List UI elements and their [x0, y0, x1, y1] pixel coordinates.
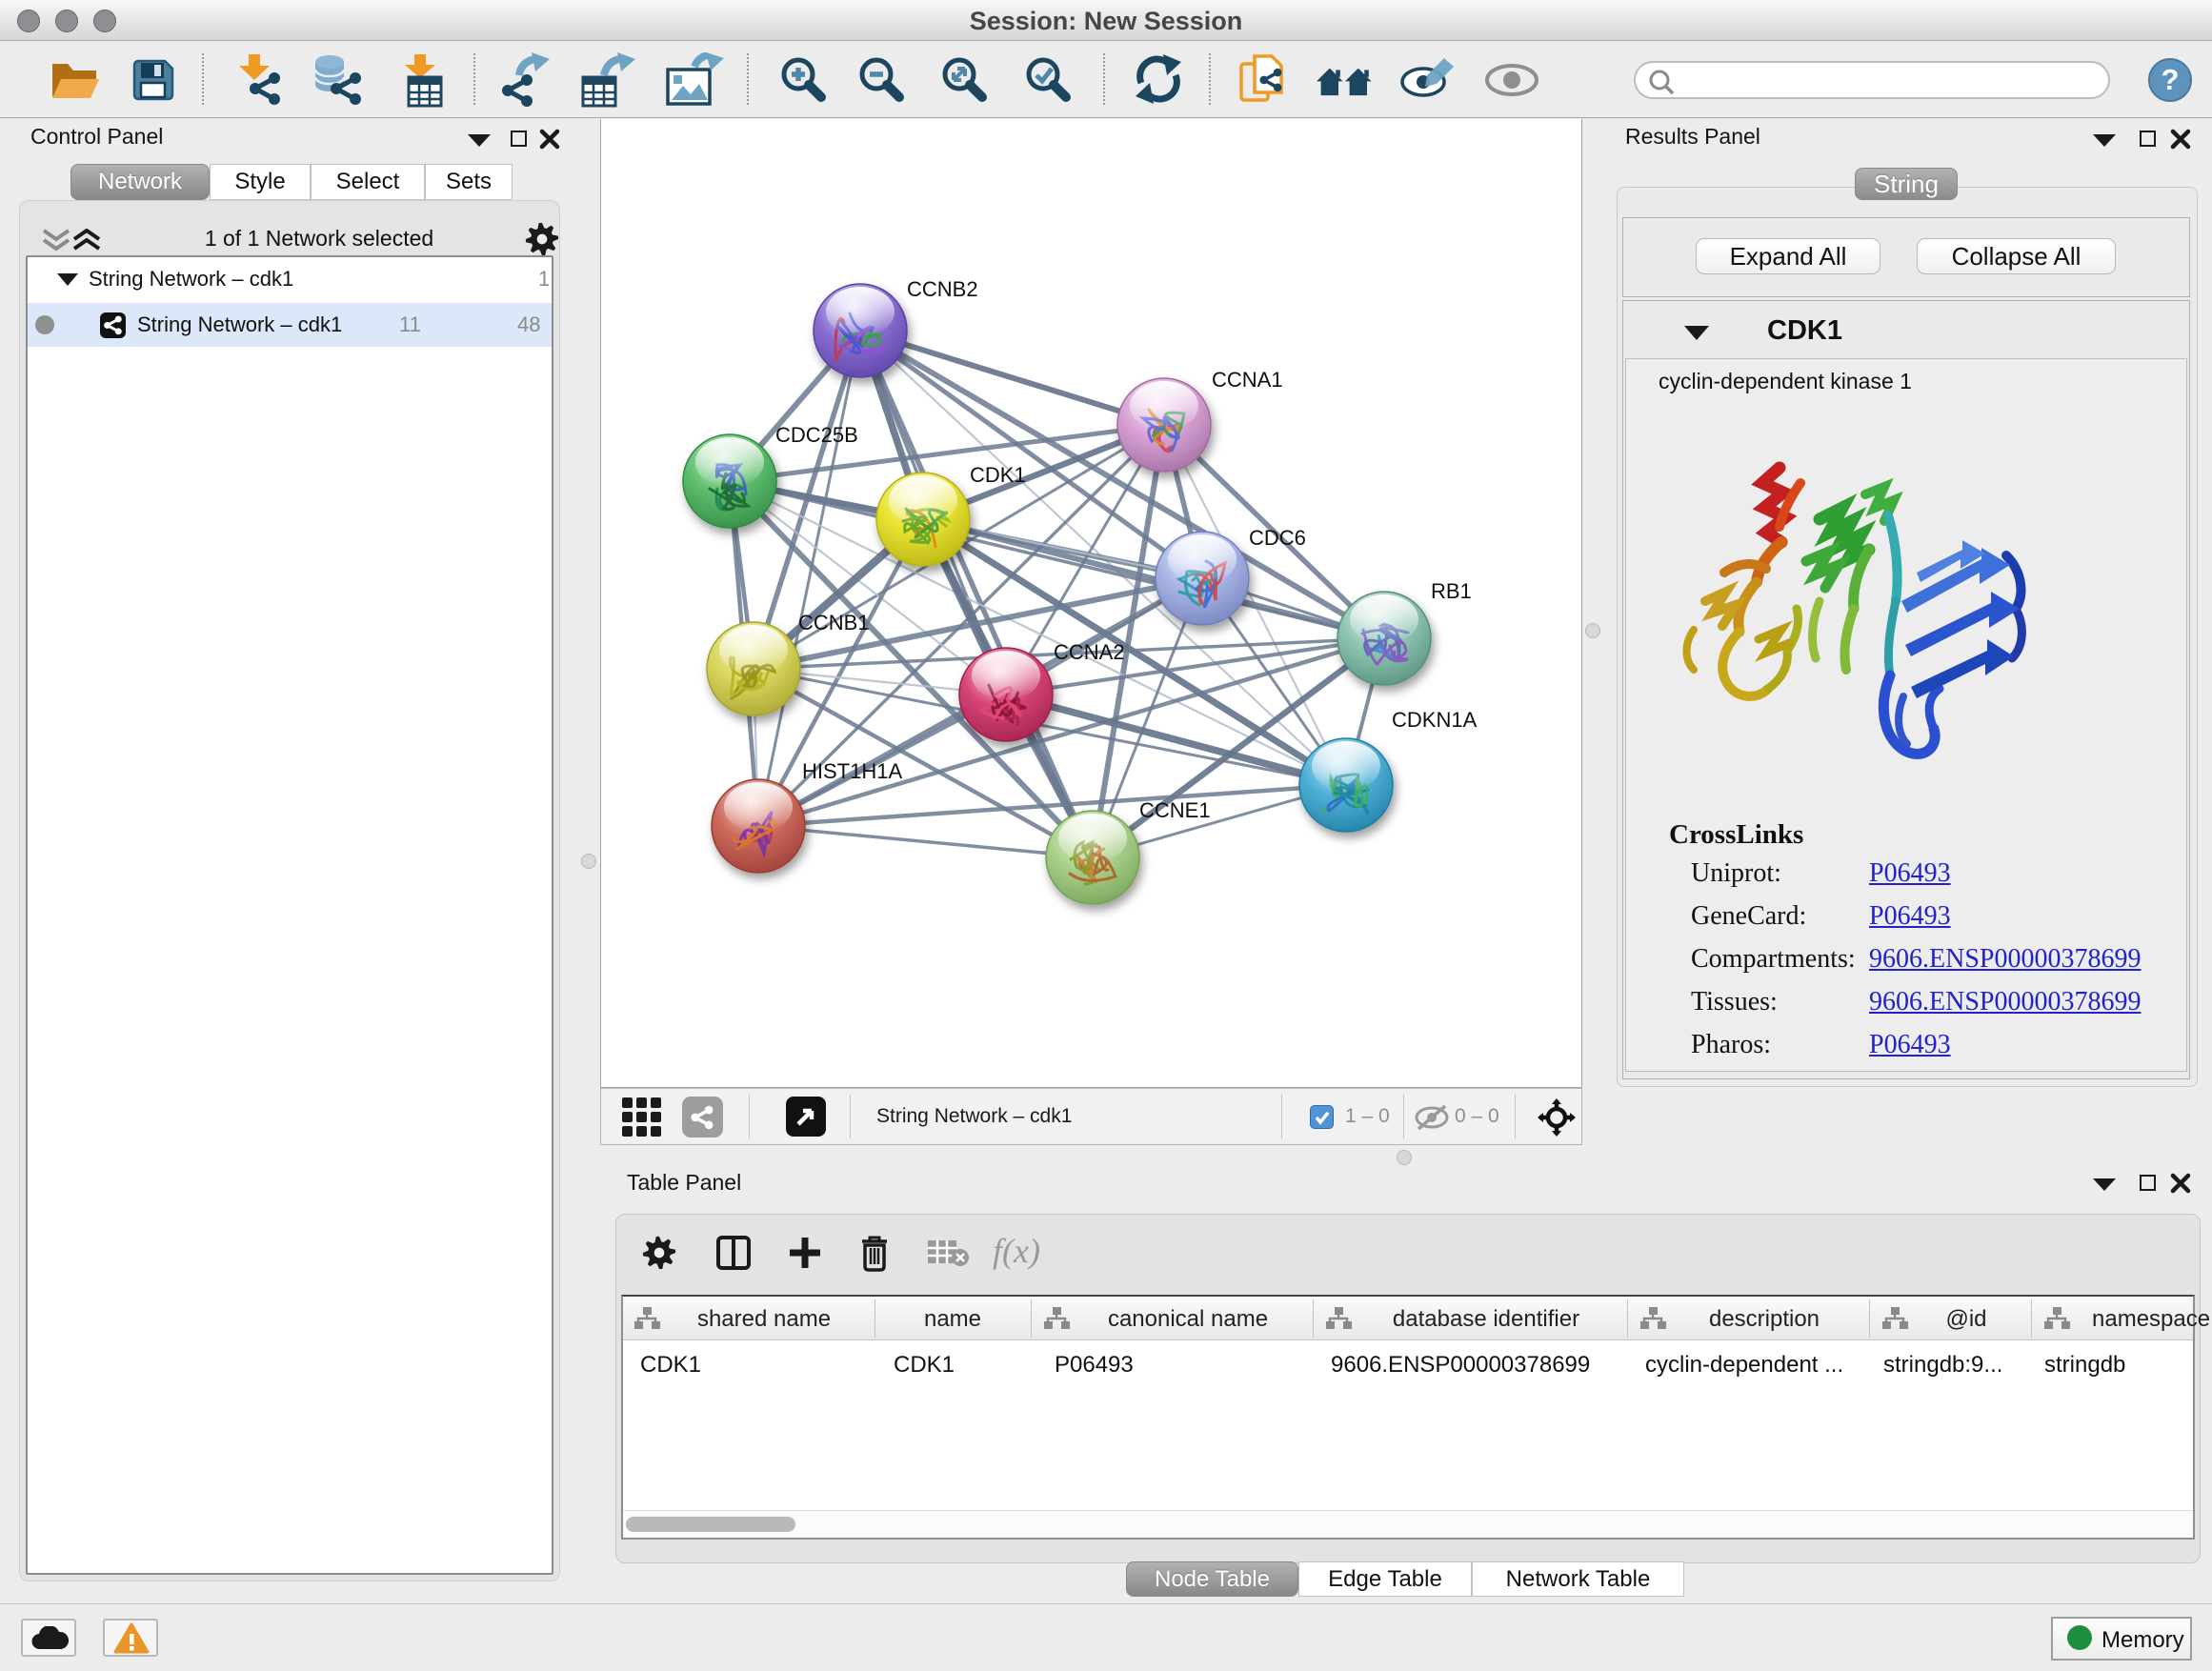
- svg-text:CDC25B: CDC25B: [775, 423, 858, 447]
- svg-text:CCNE1: CCNE1: [1139, 798, 1211, 822]
- svg-text:CCNB1: CCNB1: [798, 611, 870, 634]
- svg-text:HIST1H1A: HIST1H1A: [802, 759, 902, 783]
- svg-text:RB1: RB1: [1431, 579, 1472, 603]
- svg-text:CCNA1: CCNA1: [1212, 368, 1283, 392]
- svg-text:CCNA2: CCNA2: [1054, 640, 1125, 664]
- svg-text:CCNB2: CCNB2: [907, 277, 978, 301]
- svg-text:CDKN1A: CDKN1A: [1392, 708, 1478, 732]
- svg-text:CDC6: CDC6: [1249, 526, 1306, 550]
- svg-text:CDK1: CDK1: [970, 463, 1026, 487]
